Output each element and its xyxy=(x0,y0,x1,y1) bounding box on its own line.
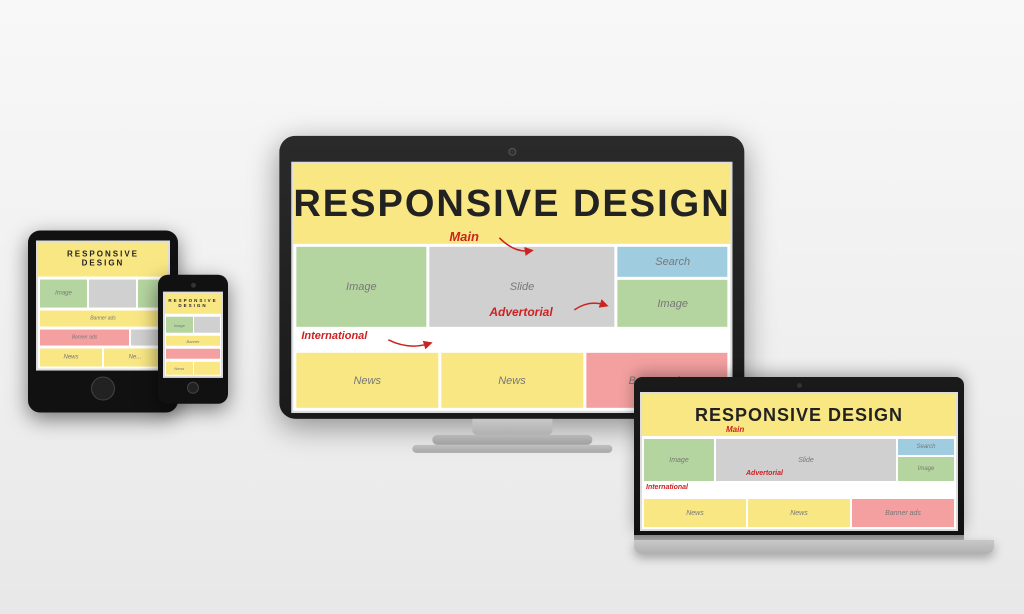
monitor-news2-label: News xyxy=(498,374,526,386)
laptop-screen-part: RESPONSIVE DESIGN Image Slide Main Adver… xyxy=(634,377,964,535)
tablet-row1: Image xyxy=(38,280,168,308)
laptop-image-cell: Image xyxy=(644,439,714,481)
tablet-home-button[interactable] xyxy=(91,377,115,401)
monitor-slide-cell: Slide Main Advertorial xyxy=(429,247,614,327)
tablet-banner2-cell: Banner ads xyxy=(40,330,129,346)
tablet-row2: Banner ads xyxy=(38,311,168,327)
monitor-wireframe: RESPONSIVE DESIGN Image S xyxy=(291,162,732,413)
tablet-row3: Banner ads xyxy=(38,330,168,346)
laptop-camera xyxy=(797,383,802,388)
monitor-news1-label: News xyxy=(353,374,381,386)
laptop-search-label: Search xyxy=(916,444,935,450)
monitor-international-arrow xyxy=(383,332,433,350)
phone-display: RESPONSIVEDESIGN Image Banner xyxy=(163,292,223,378)
phone-camera xyxy=(191,283,196,288)
phone-bottom-row: News xyxy=(165,362,221,376)
monitor-news2-cell: News xyxy=(441,353,583,408)
monitor-slide-label: Slide xyxy=(510,281,534,293)
monitor-main-arrow xyxy=(494,233,534,257)
laptop-wireframe: RESPONSIVE DESIGN Image Slide Main Adver… xyxy=(640,392,958,531)
tablet-image-cell: Image xyxy=(40,280,87,308)
tablet: RESPONSIVEDESIGN Image xyxy=(28,231,178,413)
phone: RESPONSIVEDESIGN Image Banner xyxy=(158,275,228,404)
tablet-banner2-label: Banner ads xyxy=(72,335,98,341)
phone-body: RESPONSIVEDESIGN Image Banner xyxy=(158,275,228,404)
monitor-search-cell: Search xyxy=(618,247,728,277)
monitor-display: RESPONSIVE DESIGN Image S xyxy=(291,162,732,413)
tablet-display: RESPONSIVEDESIGN Image xyxy=(36,241,170,371)
laptop-display: RESPONSIVE DESIGN Image Slide Main Adver… xyxy=(640,392,958,531)
tablet-banner1-cell: Banner ads xyxy=(40,311,166,327)
tablet-bottom-row: News Ne... xyxy=(38,349,168,369)
phone-gray-cell xyxy=(194,317,221,333)
laptop-slide-cell: Slide Main Advertorial xyxy=(716,439,896,481)
tablet-image-label: Image xyxy=(55,291,72,297)
monitor-image-cell: Image xyxy=(296,247,426,327)
laptop-image2-cell: Image xyxy=(898,457,954,481)
laptop-advertorial-annotation: Advertorial xyxy=(746,470,783,477)
phone-row1: Image xyxy=(165,317,221,333)
tablet-news1-cell: News xyxy=(40,349,102,367)
tablet-title: RESPONSIVEDESIGN xyxy=(67,251,139,269)
laptop-title: RESPONSIVE DESIGN xyxy=(695,405,903,426)
laptop-news2-label: News xyxy=(790,510,808,517)
monitor-base xyxy=(412,445,612,453)
monitor-search-label: Search xyxy=(655,256,690,268)
laptop-base xyxy=(634,540,994,554)
laptop-news1-label: News xyxy=(686,510,704,517)
monitor-stand-base xyxy=(432,435,592,445)
monitor-middle-row: Image Slide Main xyxy=(293,247,730,327)
phone-row3 xyxy=(165,349,221,359)
phone-home-button[interactable] xyxy=(187,382,199,394)
phone-news-cell: News xyxy=(166,362,193,375)
laptop-header: RESPONSIVE DESIGN xyxy=(642,394,956,436)
monitor-image-label: Image xyxy=(346,281,377,293)
monitor-stand-top xyxy=(472,419,552,435)
monitor-title: RESPONSIVE DESIGN xyxy=(293,182,730,225)
phone-pink-cell xyxy=(166,349,220,359)
phone-title: RESPONSIVEDESIGN xyxy=(168,299,217,309)
monitor-advertorial-annotation: Advertorial xyxy=(489,305,552,319)
phone-news2-cell xyxy=(194,362,221,375)
laptop-news2-cell: News xyxy=(748,499,850,527)
monitor-advertorial-arrow xyxy=(569,295,609,315)
tablet-news2-cell: Ne... xyxy=(104,349,166,367)
tablet-ad-cell xyxy=(89,280,136,308)
scene: RESPONSIVE DESIGN Image S xyxy=(0,0,1024,614)
monitor-international-annotation: International xyxy=(301,330,367,342)
monitor-image2-cell: Image xyxy=(618,280,728,327)
laptop-annotation-row: International xyxy=(642,484,956,496)
laptop-bottom-row: News News Banner ads xyxy=(642,499,956,529)
phone-wireframe: RESPONSIVEDESIGN Image Banner xyxy=(163,292,223,378)
tablet-news1-label: News xyxy=(63,355,78,361)
laptop-international-annotation: International xyxy=(646,484,688,491)
phone-image-label: Image xyxy=(174,322,185,327)
laptop-banner-cell: Banner ads xyxy=(852,499,954,527)
laptop-slide-label: Slide xyxy=(798,457,814,464)
laptop-search-cell: Search xyxy=(898,439,954,455)
tablet-body: RESPONSIVEDESIGN Image xyxy=(28,231,178,413)
monitor-header: RESPONSIVE DESIGN xyxy=(293,164,730,244)
laptop-news1-cell: News xyxy=(644,499,746,527)
phone-row2: Banner xyxy=(165,336,221,346)
monitor-news1-cell: News xyxy=(296,353,438,408)
monitor-annotation-row: International xyxy=(293,330,730,350)
laptop-banner-label: Banner ads xyxy=(885,510,921,517)
tablet-banner1-label: Banner ads xyxy=(90,316,116,322)
tablet-wireframe: RESPONSIVEDESIGN Image xyxy=(36,241,170,371)
monitor-image2-label: Image xyxy=(657,297,688,309)
laptop-right-column: Search Image xyxy=(898,439,954,481)
tablet-header: RESPONSIVEDESIGN xyxy=(38,243,168,277)
laptop: RESPONSIVE DESIGN Image Slide Main Adver… xyxy=(634,377,994,554)
monitor-camera xyxy=(508,148,516,156)
phone-banner-label: Banner xyxy=(187,338,200,343)
phone-header: RESPONSIVEDESIGN xyxy=(165,294,221,314)
tablet-news2-label: Ne... xyxy=(129,355,142,361)
phone-image-cell: Image xyxy=(166,317,193,333)
laptop-middle-row: Image Slide Main Advertorial Search xyxy=(642,439,956,481)
phone-banner-cell: Banner xyxy=(166,336,220,346)
laptop-image2-label: Image xyxy=(918,466,935,472)
phone-news-label: News xyxy=(174,366,184,371)
laptop-image-label: Image xyxy=(669,457,688,464)
